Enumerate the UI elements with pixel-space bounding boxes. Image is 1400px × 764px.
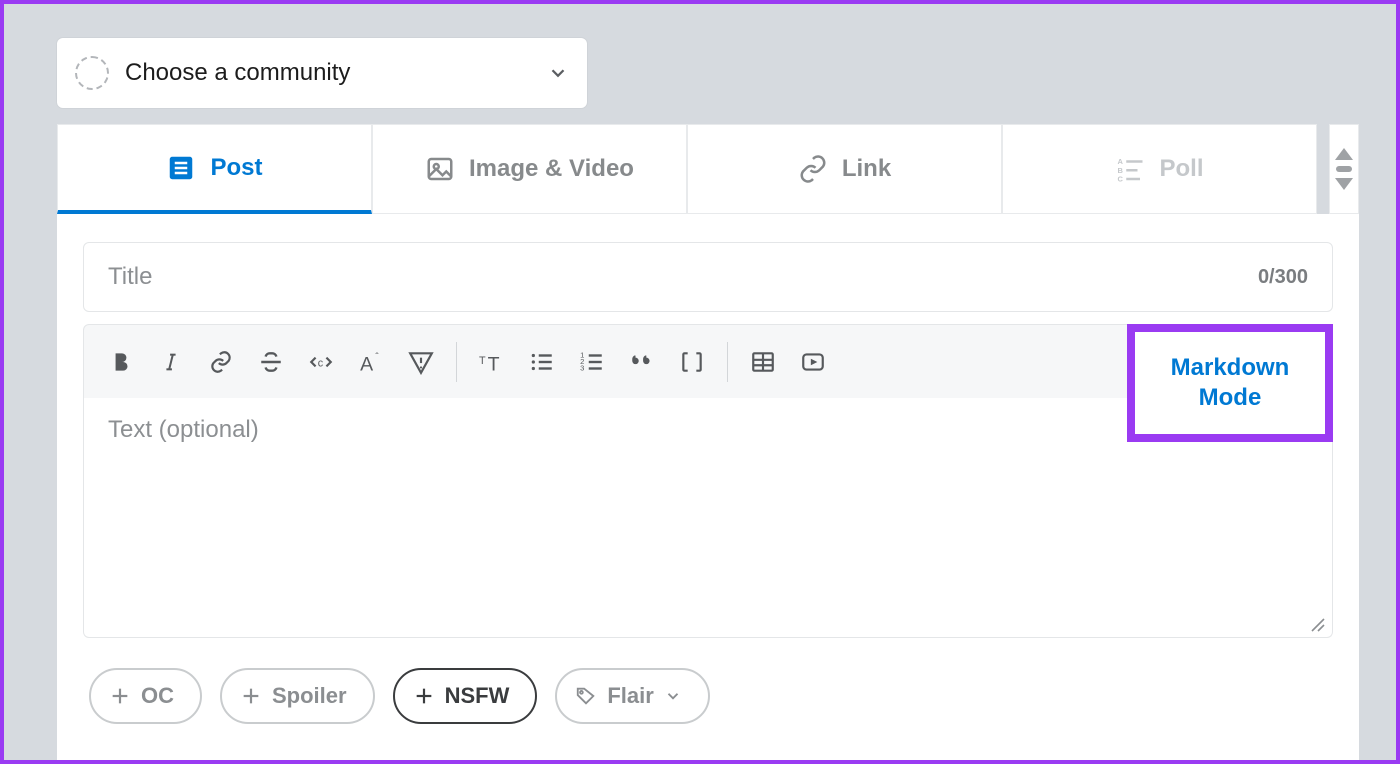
plus-icon [109,685,131,707]
svg-text:c: c [318,357,324,369]
bulleted-list-button[interactable] [517,337,567,387]
markdown-mode-label-2: Mode [1199,383,1262,413]
strikethrough-button[interactable] [246,337,296,387]
tab-label: Image & Video [469,155,634,183]
svg-text:T: T [488,353,500,374]
tag-icon [575,685,597,707]
oc-tag-button[interactable]: OC [89,668,202,724]
heading-button[interactable]: TT [467,337,517,387]
italic-button[interactable] [146,337,196,387]
flair-tag-button[interactable]: Flair [555,668,709,724]
superscript-button[interactable]: Aˆ [346,337,396,387]
tab-poll: ABC Poll [1002,124,1317,214]
svg-text:3: 3 [580,363,584,372]
post-icon [166,153,196,183]
inline-code-button[interactable]: c [296,337,346,387]
table-button[interactable] [738,337,788,387]
svg-text:ˆ: ˆ [375,351,379,362]
code-block-button[interactable] [667,337,717,387]
body-textarea[interactable] [108,416,1308,619]
tab-label: Post [210,154,262,182]
post-type-tabs: Post Image & Video Link ABC Poll [57,124,1359,214]
chevron-down-icon [547,62,569,84]
spoiler-tag-button[interactable]: Spoiler [220,668,375,724]
markdown-mode-button[interactable]: Markdown Mode [1127,324,1333,442]
chevron-down-icon [664,687,682,705]
toolbar-separator [727,342,728,382]
link-button[interactable] [196,337,246,387]
bold-button[interactable] [96,337,146,387]
poll-icon: ABC [1115,154,1145,184]
title-input[interactable] [108,263,1258,291]
svg-text:B: B [1118,166,1124,175]
svg-text:A: A [1118,157,1124,166]
title-field-wrap: 0/300 [83,242,1333,312]
svg-text:A: A [360,353,373,374]
title-char-count: 0/300 [1258,266,1308,289]
nsfw-tag-button[interactable]: NSFW [393,668,538,724]
tab-link[interactable]: Link [687,124,1002,214]
tab-post[interactable]: Post [57,124,372,214]
toolbar-separator [456,342,457,382]
svg-text:C: C [1118,175,1124,184]
post-tag-row: OC Spoiler NSFW Flair [83,668,1333,724]
markdown-mode-label-1: Markdown [1171,353,1290,383]
image-icon [425,154,455,184]
svg-text:T: T [479,355,486,367]
tab-label: Link [842,155,891,183]
quote-button[interactable] [617,337,667,387]
resize-handle-icon[interactable] [1308,615,1326,633]
link-icon [798,154,828,184]
tab-label: Poll [1159,155,1203,183]
community-avatar-placeholder [75,56,109,90]
tab-scroller[interactable] [1329,124,1359,214]
tag-label: OC [141,683,174,709]
video-button[interactable] [788,337,838,387]
tag-label: Flair [607,683,653,709]
tab-image-video[interactable]: Image & Video [372,124,687,214]
plus-icon [413,685,435,707]
community-selector-label: Choose a community [125,59,547,87]
caret-up-icon [1335,148,1353,160]
numbered-list-button[interactable]: 123 [567,337,617,387]
caret-down-icon [1335,178,1353,190]
community-selector[interactable]: Choose a community [57,38,587,108]
spoiler-button[interactable] [396,337,446,387]
tag-label: NSFW [445,683,510,709]
plus-icon [240,685,262,707]
tag-label: Spoiler [272,683,347,709]
scroll-thumb-icon [1336,166,1352,172]
editor-panel: 0/300 c Aˆ TT 123 M [57,214,1359,760]
